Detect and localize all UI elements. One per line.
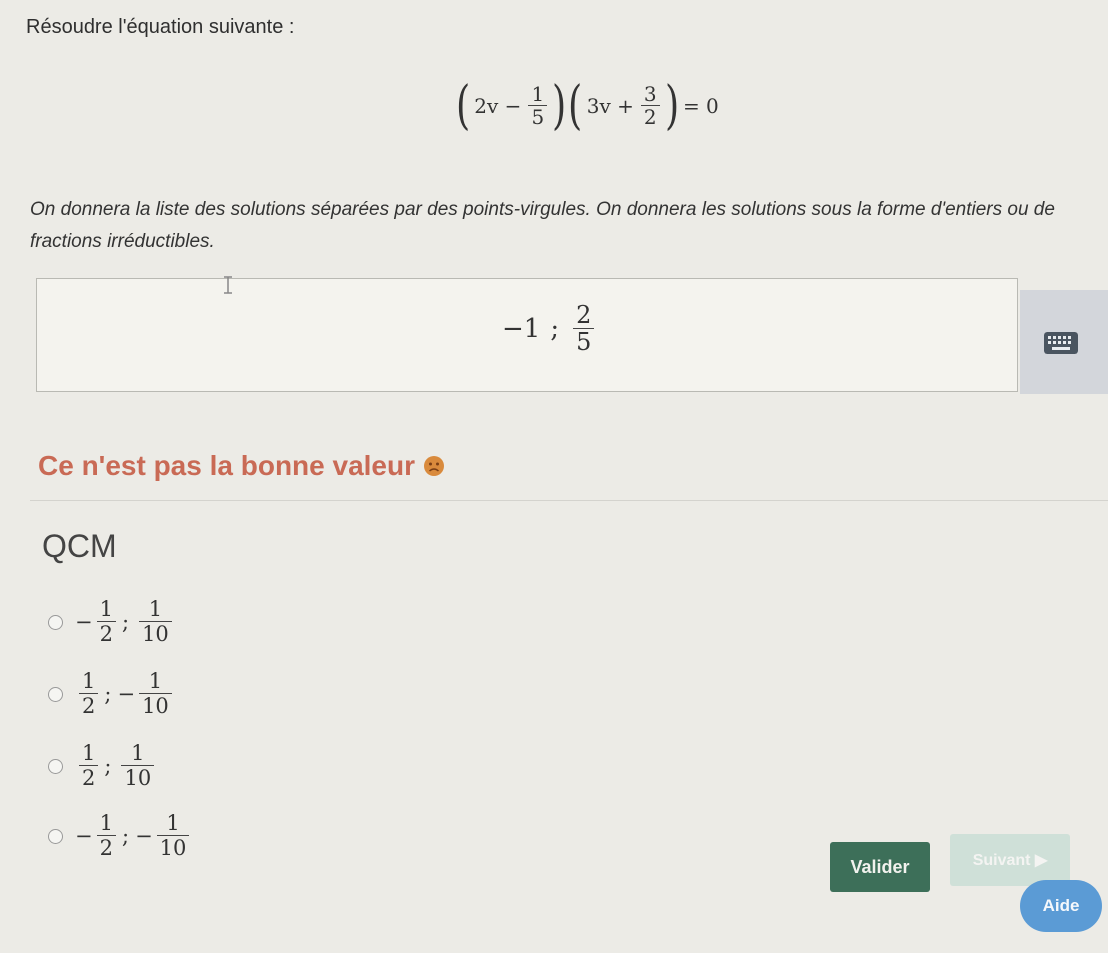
factor1-fraction: 1 5 (528, 82, 548, 129)
right-paren: ) (552, 76, 567, 136)
instructions: On donnera la liste des solutions séparé… (30, 199, 1055, 252)
factor2-left: 3v + (586, 94, 634, 118)
option-num2: 1 (166, 811, 180, 835)
sad-face-icon (424, 456, 445, 476)
option-fraction2: 1 10 (121, 741, 155, 790)
option-den2: 10 (139, 621, 172, 646)
radio-button[interactable] (48, 828, 63, 844)
option-num1: 1 (82, 669, 96, 693)
option-den1: 2 (79, 693, 99, 718)
feedback-message: Ce n'est pas la bonne valeur (38, 450, 445, 482)
option-sign2: − (135, 824, 153, 849)
option-den2: 10 (121, 765, 155, 790)
question-prompt: Résoudre l'équation suivante : (26, 16, 295, 38)
qcm-option-3[interactable]: 1 2 ; 1 10 (48, 741, 156, 790)
option-sign1: − (75, 610, 93, 635)
option-separator: ; (104, 682, 112, 707)
right-paren: ) (664, 76, 679, 136)
radio-button[interactable] (48, 686, 63, 702)
option-fraction1: 1 2 (96, 811, 116, 860)
option-num1: 1 (99, 597, 113, 621)
option-num1: 1 (82, 741, 96, 765)
factor1-numerator: 1 (531, 82, 545, 106)
answer-separator: ; (550, 314, 560, 345)
factor2-numerator: 3 (643, 82, 657, 106)
left-paren: ( (568, 76, 583, 136)
feedback-text: Ce n'est pas la bonne valeur (38, 450, 416, 481)
divider (30, 500, 1108, 501)
option-fraction1: 1 2 (96, 597, 116, 646)
answer-numerator: 2 (576, 301, 592, 329)
option-sign1: − (75, 824, 93, 849)
option-den1: 2 (96, 835, 116, 860)
option-fraction1: 1 2 (79, 741, 99, 790)
answer-part1: −1 (502, 314, 541, 345)
left-paren: ( (456, 76, 471, 136)
option-fraction1: 1 2 (79, 669, 99, 718)
answer-value[interactable]: −1 ; 2 5 (502, 302, 598, 357)
option-num2: 1 (148, 597, 163, 621)
radio-button[interactable] (48, 758, 63, 774)
option-sign2: − (117, 682, 136, 707)
radio-button[interactable] (48, 614, 63, 630)
option-den2: 10 (139, 693, 172, 718)
factor1-denominator: 5 (528, 105, 548, 129)
factor1-left: 2v − (474, 94, 522, 118)
qcm-option-2[interactable]: 1 2 ; − 1 10 (48, 669, 174, 718)
answer-fraction: 2 5 (573, 301, 595, 357)
option-separator: ; (104, 754, 112, 779)
text-cursor-icon (224, 276, 232, 294)
option-separator: ; (121, 610, 130, 635)
aide-button[interactable]: Aide (1020, 880, 1102, 932)
option-den1: 2 (79, 765, 99, 790)
option-num1: 1 (99, 811, 113, 835)
valider-button[interactable]: Valider (830, 842, 930, 892)
option-fraction2: 1 10 (156, 811, 190, 860)
option-num2: 1 (148, 669, 163, 693)
option-den1: 2 (96, 621, 116, 646)
option-fraction2: 1 10 (139, 669, 172, 718)
option-num2: 1 (131, 741, 145, 765)
qcm-option-1[interactable]: − 1 2 ; 1 10 (48, 597, 174, 646)
option-den2: 10 (156, 835, 190, 860)
option-fraction2: 1 10 (139, 597, 172, 646)
qcm-title: QCM (42, 528, 117, 564)
factor2-fraction: 3 2 (640, 82, 660, 129)
suivant-button[interactable]: Suivant ▶ (950, 834, 1070, 886)
answer-denominator: 5 (573, 328, 595, 357)
qcm-option-4[interactable]: − 1 2 ; − 1 10 (48, 811, 191, 860)
equation-rhs: = 0 (682, 94, 719, 118)
factor2-denominator: 2 (640, 105, 660, 129)
equation: ( 2v − 1 5 ) ( 3v + 3 2 ) = 0 (455, 80, 722, 132)
option-separator: ; (121, 824, 130, 849)
keyboard-icon (1044, 332, 1078, 354)
